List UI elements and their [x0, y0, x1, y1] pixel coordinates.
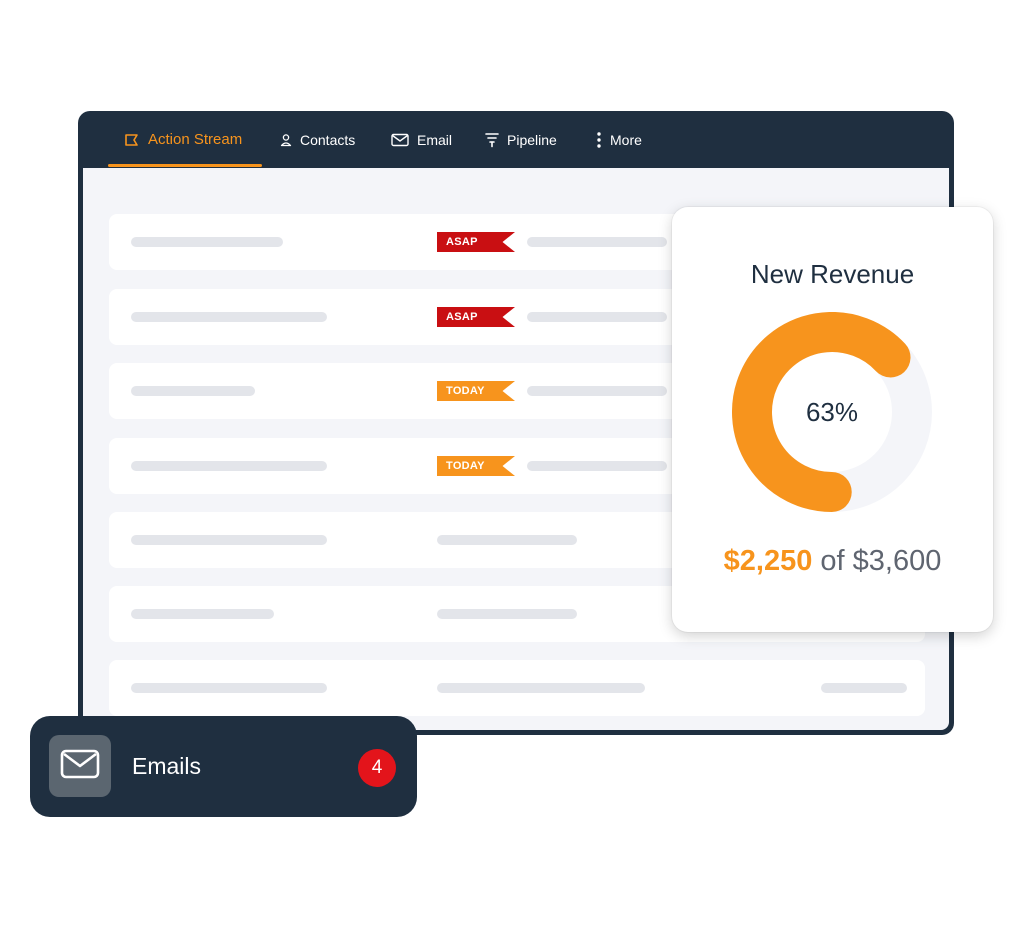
- emails-count-badge: 4: [358, 749, 396, 787]
- card-title: New Revenue: [750, 259, 915, 289]
- contacts-icon: [280, 133, 292, 147]
- placeholder-line: [821, 683, 907, 693]
- placeholder-line: [437, 535, 577, 545]
- revenue-current: $2,250: [723, 545, 813, 577]
- tab-email[interactable]: Email: [391, 111, 452, 168]
- new-revenue-card: New Revenue 63% $2,250 of $3,600: [672, 207, 993, 632]
- pipeline-icon: [485, 132, 499, 148]
- placeholder-line: [527, 461, 667, 471]
- placeholder-line: [437, 683, 645, 693]
- priority-flag-today: TODAY: [437, 456, 515, 476]
- tab-action-stream[interactable]: Action Stream: [124, 111, 242, 168]
- revenue-separator: of: [820, 545, 845, 577]
- emails-widget[interactable]: Emails 4: [30, 716, 417, 817]
- priority-flag-asap: ASAP: [437, 307, 515, 327]
- placeholder-line: [131, 461, 327, 471]
- priority-flag-asap: ASAP: [437, 232, 515, 252]
- task-row[interactable]: [109, 660, 925, 716]
- tab-action-stream-label: Action Stream: [148, 131, 243, 148]
- email-icon: [391, 133, 409, 147]
- placeholder-line: [131, 683, 327, 693]
- tab-contacts-label: Contacts: [300, 131, 356, 148]
- tab-contacts[interactable]: Contacts: [280, 111, 355, 168]
- more-vertical-icon: [596, 131, 602, 148]
- priority-flag-today: TODAY: [437, 381, 515, 401]
- tab-more[interactable]: More: [596, 111, 642, 168]
- top-navigation: Action Stream Contacts Email Pipeline Mo…: [78, 111, 954, 168]
- placeholder-line: [131, 312, 327, 322]
- placeholder-line: [131, 386, 255, 396]
- tab-pipeline[interactable]: Pipeline: [485, 111, 557, 168]
- revenue-percent: 63%: [805, 397, 859, 427]
- tab-more-label: More: [610, 131, 642, 148]
- revenue-amount: $2,250 of $3,600: [672, 545, 993, 578]
- placeholder-line: [527, 237, 667, 247]
- placeholder-line: [527, 386, 667, 396]
- placeholder-line: [131, 609, 274, 619]
- mail-icon: [60, 749, 100, 784]
- action-stream-icon: [124, 133, 140, 147]
- placeholder-line: [527, 312, 667, 322]
- revenue-total: $3,600: [852, 545, 942, 577]
- tab-email-label: Email: [417, 131, 453, 148]
- placeholder-line: [437, 609, 577, 619]
- mail-tile: [49, 735, 111, 797]
- active-tab-indicator: [108, 164, 262, 167]
- tab-pipeline-label: Pipeline: [507, 131, 557, 148]
- emails-label: Emails: [132, 753, 202, 779]
- placeholder-line: [131, 535, 327, 545]
- placeholder-line: [131, 237, 283, 247]
